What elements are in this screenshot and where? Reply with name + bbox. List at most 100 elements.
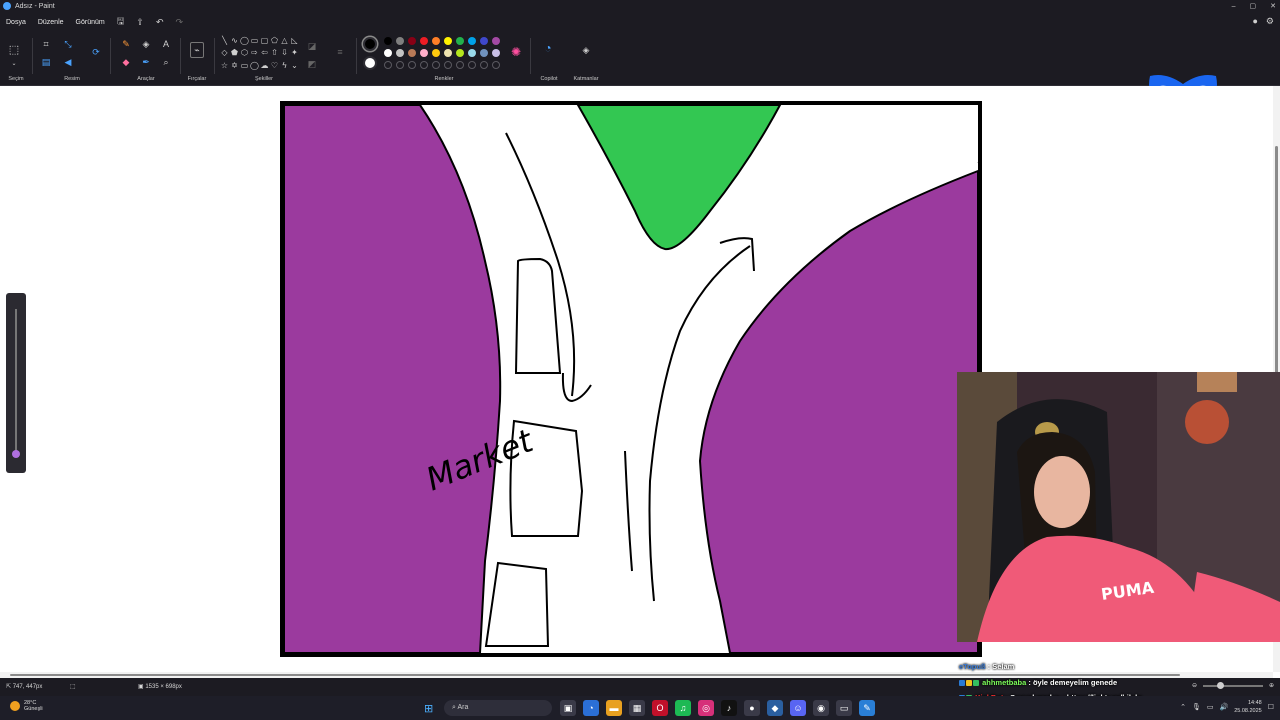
callout-oval-shape-icon[interactable]: ◯ — [250, 61, 259, 72]
color-swatch[interactable] — [384, 37, 392, 45]
fill-icon[interactable]: ◈ — [140, 38, 152, 50]
color-swatch[interactable] — [492, 49, 500, 57]
color-swatch[interactable] — [432, 37, 440, 45]
text-icon[interactable]: A — [160, 38, 172, 50]
color-swatch[interactable] — [456, 49, 464, 57]
brush-icon[interactable]: ⌁ — [190, 42, 204, 58]
primary-color[interactable] — [363, 37, 377, 51]
diamond-shape-icon[interactable]: ◇ — [220, 48, 229, 59]
color-palette[interactable] — [384, 37, 500, 69]
callout-rect-shape-icon[interactable]: ▭ — [240, 61, 249, 72]
outline-icon[interactable]: ◪ — [306, 40, 318, 52]
color-swatch[interactable] — [396, 49, 404, 57]
polygon-shape-icon[interactable]: ⬠ — [270, 36, 279, 47]
round-rect-shape-icon[interactable]: ▢ — [260, 36, 269, 47]
arrow-left-shape-icon[interactable]: ⇦ — [260, 48, 269, 59]
drawing-canvas[interactable]: Market — [280, 101, 982, 657]
oval-shape-icon[interactable]: ◯ — [240, 36, 249, 47]
resize-icon[interactable]: ⤡ — [62, 38, 74, 50]
app-icon[interactable]: ▭ — [836, 700, 852, 716]
brush-size-slider[interactable] — [6, 293, 26, 473]
crop-icon[interactable]: ⌗ — [40, 38, 52, 50]
taskbar-search[interactable]: ⌕ Ara — [444, 700, 552, 716]
star5-shape-icon[interactable]: ☆ — [220, 61, 229, 72]
custom-color-swatch[interactable] — [492, 61, 500, 69]
color-picker-icon[interactable]: ✒ — [140, 56, 152, 68]
color-swatch[interactable] — [492, 37, 500, 45]
lightning-shape-icon[interactable]: ϟ — [280, 61, 289, 72]
file-explorer-icon[interactable]: ▬ — [606, 700, 622, 716]
arrow-up-shape-icon[interactable]: ⇧ — [270, 48, 279, 59]
menu-file[interactable]: Dosya — [0, 19, 32, 26]
notification-icon[interactable]: ☐ — [1268, 703, 1274, 711]
secondary-color[interactable] — [363, 56, 377, 70]
copilot-icon[interactable]: ◔ — [542, 42, 554, 54]
rotate-icon[interactable]: ⟳ — [90, 46, 102, 58]
custom-color-swatch[interactable] — [396, 61, 404, 69]
custom-color-swatch[interactable] — [408, 61, 416, 69]
app-icon[interactable]: ◆ — [767, 700, 783, 716]
clock[interactable]: 14:48 25.08.2025 — [1234, 699, 1262, 715]
heart-shape-icon[interactable]: ♡ — [270, 61, 279, 72]
microphone-icon[interactable]: 🎙 — [1192, 703, 1201, 711]
custom-color-swatch[interactable] — [384, 61, 392, 69]
instagram-icon[interactable]: ◎ — [698, 700, 714, 716]
share-icon[interactable]: ⇪ — [130, 17, 150, 28]
color-swatch[interactable] — [420, 49, 428, 57]
color-swatch[interactable] — [408, 37, 416, 45]
flip-icon[interactable]: ◀ — [62, 56, 74, 68]
color-swatch[interactable] — [408, 49, 416, 57]
star4-shape-icon[interactable]: ✦ — [290, 48, 299, 59]
volume-icon[interactable]: 🔊 — [1219, 703, 1228, 711]
image-select-icon[interactable]: ▤ — [40, 56, 52, 68]
discord-icon[interactable]: ☺ — [790, 700, 806, 716]
tiktok-icon[interactable]: ♪ — [721, 700, 737, 716]
task-view-icon[interactable]: ▣ — [560, 700, 576, 716]
color-swatch[interactable] — [432, 49, 440, 57]
weather-widget[interactable]: 28°C Güneşli — [10, 700, 43, 712]
undo-icon[interactable]: ↶ — [150, 17, 170, 28]
custom-color-swatch[interactable] — [432, 61, 440, 69]
copilot-taskbar-icon[interactable]: ◔ — [583, 700, 599, 716]
edit-colors-icon[interactable]: ✺ — [510, 46, 522, 58]
pentagon-shape-icon[interactable]: ⬟ — [230, 48, 239, 59]
color-swatch[interactable] — [420, 37, 428, 45]
custom-color-swatch[interactable] — [468, 61, 476, 69]
slider-knob[interactable] — [12, 450, 20, 458]
color-swatch[interactable] — [480, 37, 488, 45]
settings-icon[interactable]: ⚙ — [1266, 16, 1274, 27]
magnifier-icon[interactable]: ⌕ — [160, 56, 172, 68]
shapes-gallery[interactable]: ╲ ∿ ◯ ▭ ▢ ⬠ △ ◺ ◇ ⬟ ⬡ ⇨ ⇦ ⇧ ⇩ ✦ ☆ ✡ ▭ ◯ ☁ ♡ ϟ ⌄ — [220, 36, 298, 72]
color-swatch[interactable] — [456, 37, 464, 45]
opera-icon[interactable]: O — [652, 700, 668, 716]
arrow-right-shape-icon[interactable]: ⇨ — [250, 48, 259, 59]
chrome-icon[interactable]: ◉ — [813, 700, 829, 716]
tray-chevron-icon[interactable]: ⌃ — [1180, 703, 1186, 711]
layers-icon[interactable]: ◈ — [580, 44, 592, 56]
windows-start-icon[interactable]: ⊞ — [424, 702, 433, 715]
account-icon[interactable]: ● — [1252, 16, 1257, 27]
star6-shape-icon[interactable]: ✡ — [230, 61, 239, 72]
eraser-icon[interactable]: ◆ — [120, 56, 132, 68]
custom-color-swatch[interactable] — [444, 61, 452, 69]
color-swatch[interactable] — [396, 37, 404, 45]
color-swatch[interactable] — [480, 49, 488, 57]
custom-color-swatch[interactable] — [456, 61, 464, 69]
curve-shape-icon[interactable]: ∿ — [230, 36, 239, 47]
network-icon[interactable]: ▭ — [1207, 703, 1214, 711]
menu-view[interactable]: Görünüm — [70, 19, 111, 26]
custom-color-swatch[interactable] — [420, 61, 428, 69]
obs-icon[interactable]: ● — [744, 700, 760, 716]
right-triangle-shape-icon[interactable]: ◺ — [290, 36, 299, 47]
color-swatch[interactable] — [468, 37, 476, 45]
redo-icon[interactable]: ↷ — [169, 17, 189, 28]
custom-color-swatch[interactable] — [480, 61, 488, 69]
shape-fill-icon[interactable]: ◩ — [306, 58, 318, 70]
color-swatch[interactable] — [444, 37, 452, 45]
more-shapes-icon[interactable]: ⌄ — [290, 61, 299, 72]
store-icon[interactable]: ▦ — [629, 700, 645, 716]
size-icon[interactable]: ≡ — [334, 46, 346, 58]
chevron-down-icon[interactable]: ⌄ — [8, 58, 20, 70]
spotify-icon[interactable]: ♫ — [675, 700, 691, 716]
paint-taskbar-icon[interactable]: ✎ — [859, 700, 875, 716]
